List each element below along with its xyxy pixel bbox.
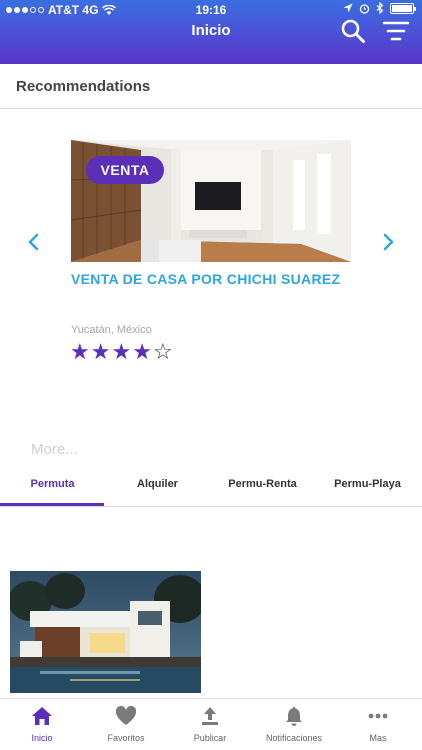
section-divider — [0, 108, 422, 109]
app-header: AT&T 4G 19:16 Inicio — [0, 0, 422, 64]
tabbar-item-notificaciones[interactable]: Notificaciones — [252, 705, 336, 743]
listing-type-badge: VENTA — [86, 156, 164, 184]
tab-permu-renta[interactable]: Permu-Renta — [210, 478, 315, 490]
alarm-icon — [359, 3, 370, 14]
battery-icon — [390, 2, 416, 14]
heart-icon — [115, 705, 137, 725]
section-title-recommendations: Recommendations — [16, 78, 151, 95]
tabbar-item-inicio[interactable]: Inicio — [0, 705, 84, 743]
tabbar-item-favoritos[interactable]: Favoritos — [84, 705, 168, 743]
status-right — [343, 2, 416, 14]
star-filled-icon: ★ — [111, 339, 132, 364]
tabbar-label: Inicio — [31, 733, 53, 743]
star-filled-icon: ★ — [90, 339, 111, 364]
tabbar-label: Favoritos — [107, 733, 145, 743]
listing-location: Yucatán, México — [71, 324, 152, 336]
location-arrow-icon — [343, 3, 353, 13]
star-filled-icon: ★ — [70, 339, 90, 364]
filter-icon[interactable] — [383, 20, 409, 42]
tabbar-label: Notificaciones — [265, 733, 323, 743]
tab-permu-playa[interactable]: Permu-Playa — [315, 478, 420, 490]
more-icon — [368, 713, 388, 719]
carousel-prev-icon[interactable] — [26, 232, 42, 252]
upload-icon — [202, 707, 218, 725]
tabs-divider — [0, 506, 422, 507]
tabbar-label: Mas — [369, 733, 387, 743]
tabbar-label: Publicar — [193, 733, 227, 743]
bell-icon — [286, 707, 302, 726]
tabbar-item-mas[interactable]: Mas — [336, 705, 420, 743]
more-link[interactable]: More... — [31, 441, 78, 458]
bluetooth-icon — [376, 2, 384, 14]
star-filled-icon: ★ — [132, 339, 152, 364]
star-rating: ★ ★ ★ ★ ☆ — [70, 340, 173, 364]
bottom-tab-bar: Inicio Favoritos Publicar Notificaciones… — [0, 698, 422, 750]
home-icon — [32, 707, 52, 725]
carousel-next-icon[interactable] — [380, 232, 396, 252]
star-empty-icon: ☆ — [152, 339, 173, 364]
listing-thumbnail[interactable] — [10, 571, 201, 693]
tabbar-item-publicar[interactable]: Publicar — [168, 705, 252, 743]
status-bar: AT&T 4G 19:16 — [0, 0, 422, 20]
tab-permuta[interactable]: Permuta — [0, 478, 105, 490]
tab-alquiler[interactable]: Alquiler — [105, 478, 210, 490]
search-icon[interactable] — [340, 18, 366, 44]
listing-title[interactable]: VENTA DE CASA POR CHICHI SUAREZ — [71, 271, 340, 287]
